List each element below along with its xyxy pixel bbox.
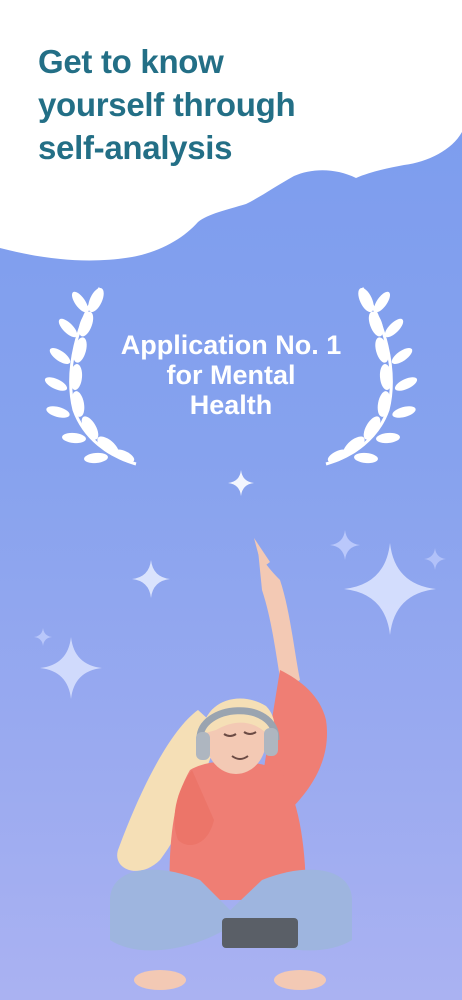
award-badge: Application No. 1 for Mental Health xyxy=(0,280,462,470)
sparkle-icon xyxy=(228,470,254,496)
headline-line-1: Get to know xyxy=(38,43,224,80)
headline-line-2: yourself through xyxy=(38,86,296,123)
onboarding-screen: Get to know yourself through self-analys… xyxy=(0,0,462,1000)
laurel-right-icon xyxy=(325,287,418,466)
headline-line-3: self-analysis xyxy=(38,129,233,166)
woman-meditating-illustration xyxy=(110,538,352,990)
headline: Get to know yourself through self-analys… xyxy=(38,40,438,169)
